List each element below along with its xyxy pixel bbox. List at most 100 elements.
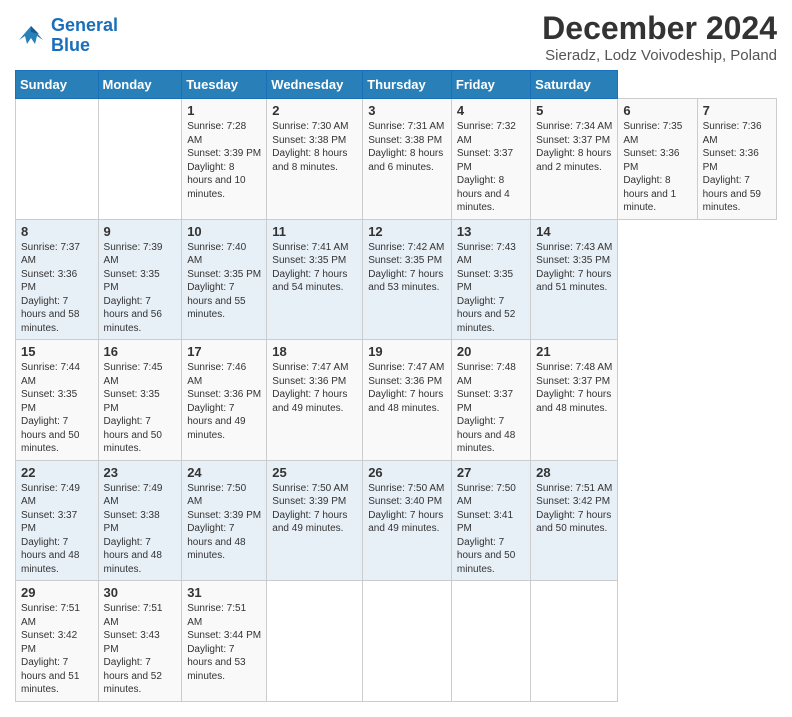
day-number: 20 bbox=[457, 344, 525, 359]
day-number: 21 bbox=[536, 344, 612, 359]
calendar-header-saturday: Saturday bbox=[531, 71, 618, 99]
day-info: Sunrise: 7:35 AMSunset: 3:36 PMDaylight:… bbox=[623, 120, 691, 215]
day-number: 16 bbox=[104, 344, 177, 359]
day-number: 27 bbox=[457, 465, 525, 480]
day-number: 10 bbox=[187, 224, 261, 239]
calendar-cell: 4Sunrise: 7:32 AMSunset: 3:37 PMDaylight… bbox=[451, 99, 530, 220]
day-info: Sunrise: 7:51 AMSunset: 3:42 PMDaylight:… bbox=[536, 482, 612, 536]
calendar-cell: 26 Sunrise: 7:50 AMSunset: 3:40 PMDayligh… bbox=[363, 460, 452, 581]
day-info: Sunrise: 7:49 AMSunset: 3:38 PMDaylight:… bbox=[104, 482, 177, 577]
calendar-header-monday: Monday bbox=[98, 71, 182, 99]
day-number: 18 bbox=[272, 344, 357, 359]
calendar-cell: 18 Sunrise: 7:47 AMSunset: 3:36 PMDayligh… bbox=[267, 340, 363, 461]
day-info: Sunrise: 7:41 AMSunset: 3:35 PMDaylight:… bbox=[272, 241, 357, 295]
header: General Blue December 2024 Sieradz, Lodz… bbox=[15, 10, 777, 64]
day-info: Sunrise: 7:51 AMSunset: 3:42 PMDaylight:… bbox=[21, 602, 93, 697]
day-number: 15 bbox=[21, 344, 93, 359]
day-info: Sunrise: 7:31 AMSunset: 3:38 PMDaylight:… bbox=[368, 120, 446, 174]
day-number: 3 bbox=[368, 103, 446, 118]
calendar-cell: 13 Sunrise: 7:43 AMSunset: 3:35 PMDayligh… bbox=[451, 219, 530, 340]
calendar-cell: 11 Sunrise: 7:41 AMSunset: 3:35 PMDayligh… bbox=[267, 219, 363, 340]
day-info: Sunrise: 7:47 AMSunset: 3:36 PMDaylight:… bbox=[368, 361, 446, 415]
calendar-cell: 17Sunrise: 7:46 AMSunset: 3:36 PMDayligh… bbox=[182, 340, 267, 461]
day-info: Sunrise: 7:42 AMSunset: 3:35 PMDaylight:… bbox=[368, 241, 446, 295]
calendar-cell: 2Sunrise: 7:30 AMSunset: 3:38 PMDaylight… bbox=[267, 99, 363, 220]
calendar-cell: 19Sunrise: 7:47 AMSunset: 3:36 PMDayligh… bbox=[363, 340, 452, 461]
calendar-cell: 27Sunrise: 7:50 AMSunset: 3:41 PMDayligh… bbox=[451, 460, 530, 581]
day-number: 6 bbox=[623, 103, 691, 118]
calendar-cell: 10 Sunrise: 7:40 AMSunset: 3:35 PMDayligh… bbox=[182, 219, 267, 340]
calendar-week-row: 29Sunrise: 7:51 AMSunset: 3:42 PMDayligh… bbox=[16, 581, 777, 702]
calendar-body: 1 Sunrise: 7:28 AMSunset: 3:39 PMDaylight… bbox=[16, 99, 777, 702]
day-info: Sunrise: 7:30 AMSunset: 3:38 PMDaylight:… bbox=[272, 120, 357, 174]
logo: General Blue bbox=[15, 16, 118, 56]
day-number: 13 bbox=[457, 224, 525, 239]
calendar-cell: 1 Sunrise: 7:28 AMSunset: 3:39 PMDaylight… bbox=[182, 99, 267, 220]
day-info: Sunrise: 7:47 AMSunset: 3:36 PMDaylight:… bbox=[272, 361, 357, 415]
calendar-cell bbox=[531, 581, 618, 702]
day-info: Sunrise: 7:50 AMSunset: 3:39 PMDaylight:… bbox=[187, 482, 261, 563]
day-number: 12 bbox=[368, 224, 446, 239]
calendar-cell: 8 Sunrise: 7:37 AMSunset: 3:36 PMDaylight… bbox=[16, 219, 99, 340]
day-number: 26 bbox=[368, 465, 446, 480]
calendar-table: SundayMondayTuesdayWednesdayThursdayFrid… bbox=[15, 70, 777, 702]
location-title: Sieradz, Lodz Voivodeship, Poland bbox=[542, 47, 777, 64]
day-info: Sunrise: 7:48 AMSunset: 3:37 PMDaylight:… bbox=[536, 361, 612, 415]
day-number: 1 bbox=[187, 103, 261, 118]
calendar-cell: 29Sunrise: 7:51 AMSunset: 3:42 PMDayligh… bbox=[16, 581, 99, 702]
day-number: 24 bbox=[187, 465, 261, 480]
day-number: 28 bbox=[536, 465, 612, 480]
day-number: 9 bbox=[104, 224, 177, 239]
calendar-cell: 5Sunrise: 7:34 AMSunset: 3:37 PMDaylight… bbox=[531, 99, 618, 220]
day-info: Sunrise: 7:43 AMSunset: 3:35 PMDaylight:… bbox=[457, 241, 525, 336]
day-info: Sunrise: 7:44 AMSunset: 3:35 PMDaylight:… bbox=[21, 361, 93, 456]
day-info: Sunrise: 7:28 AMSunset: 3:39 PMDaylight:… bbox=[187, 120, 261, 201]
calendar-cell: 7 Sunrise: 7:36 AMSunset: 3:36 PMDaylight… bbox=[697, 99, 776, 220]
day-info: Sunrise: 7:37 AMSunset: 3:36 PMDaylight:… bbox=[21, 241, 93, 336]
calendar-header-tuesday: Tuesday bbox=[182, 71, 267, 99]
calendar-cell: 24 Sunrise: 7:50 AMSunset: 3:39 PMDayligh… bbox=[182, 460, 267, 581]
day-info: Sunrise: 7:45 AMSunset: 3:35 PMDaylight:… bbox=[104, 361, 177, 456]
day-number: 7 bbox=[703, 103, 771, 118]
day-info: Sunrise: 7:40 AMSunset: 3:35 PMDaylight:… bbox=[187, 241, 261, 322]
calendar-cell: 14Sunrise: 7:43 AMSunset: 3:35 PMDayligh… bbox=[531, 219, 618, 340]
logo-text: General Blue bbox=[51, 16, 118, 56]
day-info: Sunrise: 7:51 AMSunset: 3:43 PMDaylight:… bbox=[104, 602, 177, 697]
day-info: Sunrise: 7:51 AMSunset: 3:44 PMDaylight:… bbox=[187, 602, 261, 683]
calendar-header-friday: Friday bbox=[451, 71, 530, 99]
day-info: Sunrise: 7:32 AMSunset: 3:37 PMDaylight:… bbox=[457, 120, 525, 215]
day-info: Sunrise: 7:39 AMSunset: 3:35 PMDaylight:… bbox=[104, 241, 177, 336]
day-number: 14 bbox=[536, 224, 612, 239]
calendar-cell bbox=[267, 581, 363, 702]
calendar-cell: 15 Sunrise: 7:44 AMSunset: 3:35 PMDayligh… bbox=[16, 340, 99, 461]
calendar-week-row: 15 Sunrise: 7:44 AMSunset: 3:35 PMDayligh… bbox=[16, 340, 777, 461]
calendar-cell: 3 Sunrise: 7:31 AMSunset: 3:38 PMDaylight… bbox=[363, 99, 452, 220]
calendar-cell: 28 Sunrise: 7:51 AMSunset: 3:42 PMDayligh… bbox=[531, 460, 618, 581]
calendar-cell: 21 Sunrise: 7:48 AMSunset: 3:37 PMDayligh… bbox=[531, 340, 618, 461]
calendar-cell: 30 Sunrise: 7:51 AMSunset: 3:43 PMDayligh… bbox=[98, 581, 182, 702]
day-number: 22 bbox=[21, 465, 93, 480]
calendar-header-wednesday: Wednesday bbox=[267, 71, 363, 99]
day-number: 8 bbox=[21, 224, 93, 239]
calendar-cell: 22Sunrise: 7:49 AMSunset: 3:37 PMDayligh… bbox=[16, 460, 99, 581]
calendar-cell: 25 Sunrise: 7:50 AMSunset: 3:39 PMDayligh… bbox=[267, 460, 363, 581]
day-number: 31 bbox=[187, 585, 261, 600]
day-info: Sunrise: 7:36 AMSunset: 3:36 PMDaylight:… bbox=[703, 120, 771, 215]
calendar-cell bbox=[363, 581, 452, 702]
day-number: 30 bbox=[104, 585, 177, 600]
month-title: December 2024 bbox=[542, 10, 777, 47]
calendar-header-thursday: Thursday bbox=[363, 71, 452, 99]
calendar-cell: 20Sunrise: 7:48 AMSunset: 3:37 PMDayligh… bbox=[451, 340, 530, 461]
day-info: Sunrise: 7:50 AMSunset: 3:39 PMDaylight:… bbox=[272, 482, 357, 536]
calendar-cell: 6 Sunrise: 7:35 AMSunset: 3:36 PMDaylight… bbox=[618, 99, 697, 220]
calendar-cell bbox=[16, 99, 99, 220]
calendar-header-sunday: Sunday bbox=[16, 71, 99, 99]
day-info: Sunrise: 7:50 AMSunset: 3:40 PMDaylight:… bbox=[368, 482, 446, 536]
calendar-week-row: 1 Sunrise: 7:28 AMSunset: 3:39 PMDaylight… bbox=[16, 99, 777, 220]
calendar-cell: 9 Sunrise: 7:39 AMSunset: 3:35 PMDaylight… bbox=[98, 219, 182, 340]
day-number: 25 bbox=[272, 465, 357, 480]
calendar-cell bbox=[98, 99, 182, 220]
day-number: 11 bbox=[272, 224, 357, 239]
title-area: December 2024 Sieradz, Lodz Voivodeship,… bbox=[542, 10, 777, 64]
logo-bird-icon bbox=[15, 22, 47, 50]
